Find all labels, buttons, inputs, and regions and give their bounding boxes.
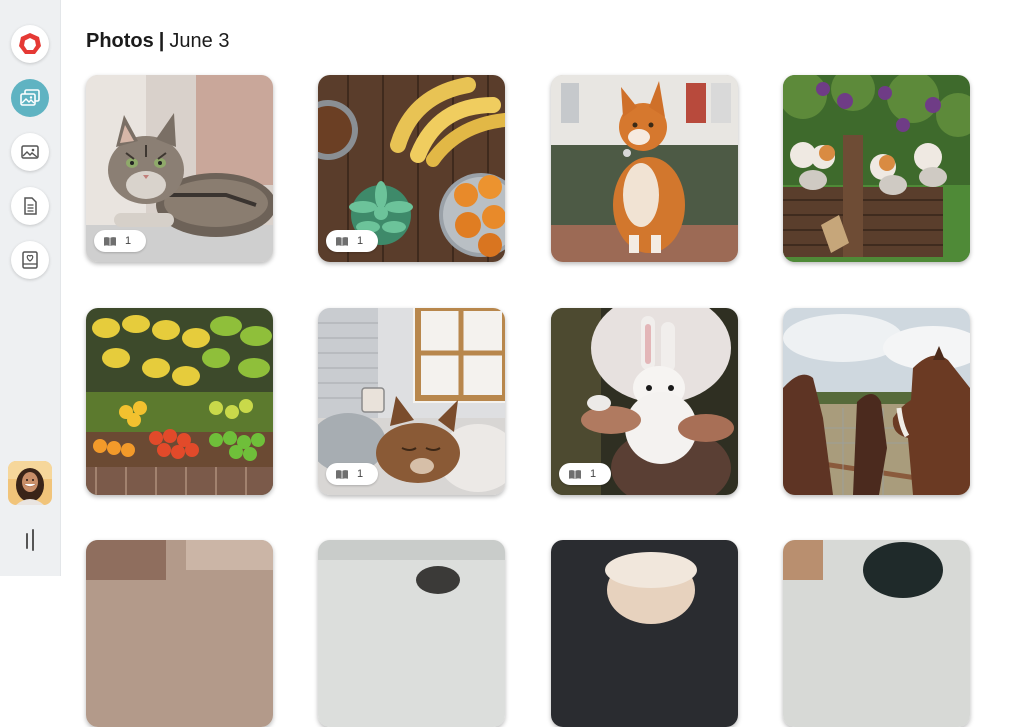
orange-cat-photo	[551, 75, 738, 262]
sidebar	[0, 0, 61, 576]
horses-photo	[783, 308, 970, 495]
date-label: June 3	[169, 30, 230, 52]
sidebar-toggle-icon	[26, 529, 34, 551]
journal-count-badge: 1	[94, 230, 146, 252]
photo-card-partial-4[interactable]	[783, 540, 970, 727]
partial-photo-2	[318, 540, 505, 727]
image-icon	[21, 145, 39, 159]
partial-photo-3	[551, 540, 738, 727]
fruit-market-photo	[86, 308, 273, 495]
book-icon	[104, 236, 116, 246]
sidebar-item-journal[interactable]	[11, 241, 49, 279]
sidebar-item-photos[interactable]	[11, 79, 49, 117]
section-title: Photos	[86, 30, 154, 52]
app-logo-button[interactable]	[11, 25, 49, 63]
photo-card-tabby-cat[interactable]: 1	[86, 75, 273, 262]
photo-card-sleeping-cat[interactable]: 1	[318, 308, 505, 495]
badge-count: 1	[357, 468, 364, 480]
document-icon	[24, 197, 37, 215]
badge-count: 1	[357, 235, 364, 247]
sidebar-toggle-button[interactable]	[18, 526, 42, 554]
photo-card-orange-cat[interactable]	[551, 75, 738, 262]
app-logo-icon	[19, 33, 41, 54]
journal-count-badge: 1	[326, 463, 378, 485]
kittens-basket-photo	[783, 75, 970, 262]
partial-photo-4	[783, 540, 970, 727]
sidebar-item-document[interactable]	[11, 187, 49, 225]
title-separator: |	[158, 30, 165, 52]
photo-card-partial-1[interactable]	[86, 540, 273, 727]
heart-book-icon	[22, 251, 38, 269]
badge-count: 1	[125, 235, 132, 247]
partial-photo-1	[86, 540, 273, 727]
photo-card-partial-2[interactable]	[318, 540, 505, 727]
book-icon	[336, 469, 348, 479]
photo-card-white-rabbit[interactable]: 1	[551, 308, 738, 495]
avatar-image	[8, 461, 52, 505]
book-icon	[336, 236, 348, 246]
sidebar-item-image[interactable]	[11, 133, 49, 171]
user-avatar[interactable]	[8, 461, 52, 505]
photo-card-kittens-basket[interactable]	[783, 75, 970, 262]
photo-card-fruit-market[interactable]	[86, 308, 273, 495]
photo-card-partial-3[interactable]	[551, 540, 738, 727]
photo-card-horses[interactable]	[783, 308, 970, 495]
photos-icon	[20, 89, 40, 106]
badge-count: 1	[590, 468, 597, 480]
photo-card-fruit-bowl[interactable]: 1	[318, 75, 505, 262]
journal-count-badge: 1	[326, 230, 378, 252]
book-icon	[569, 469, 581, 479]
page-title: Photos | June 3	[86, 30, 229, 53]
journal-count-badge: 1	[559, 463, 611, 485]
